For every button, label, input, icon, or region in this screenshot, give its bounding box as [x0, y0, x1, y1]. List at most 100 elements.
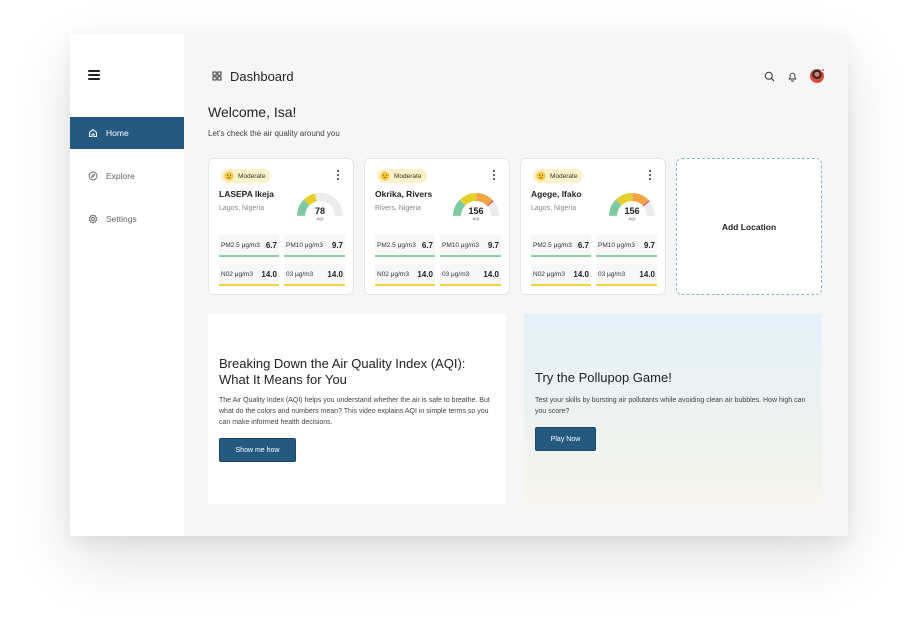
more-options-icon[interactable]	[335, 169, 341, 181]
metric-pm25: PM2.5 μg/m3 6.7	[375, 235, 435, 257]
gauge-segment	[453, 199, 466, 217]
sidebar-item-home[interactable]: Home	[70, 117, 184, 149]
metric-unit: μg/m3	[304, 241, 323, 249]
neutral-face-icon	[380, 171, 390, 181]
metric-unit: μg/m3	[460, 241, 479, 249]
play-now-button[interactable]: Play Now	[535, 427, 596, 451]
sidebar-item-explore[interactable]: Explore	[70, 160, 184, 192]
metric-label: PM2.5	[221, 241, 240, 249]
gauge-segment	[615, 193, 633, 206]
gauge-segment	[475, 193, 493, 206]
sidebar-nav: Home Explore Settings	[70, 117, 184, 246]
metric-label: PM10	[286, 241, 303, 249]
welcome-heading: Welcome, Isa!	[208, 104, 297, 120]
hamburger-menu-icon[interactable]	[88, 70, 100, 80]
metric-value: 9.7	[643, 240, 655, 250]
metric-label: PM10	[442, 241, 459, 249]
aqi-gauge: 78 AQI	[297, 193, 343, 221]
metric-label: 03	[286, 270, 294, 278]
aqi-value: 156	[468, 206, 483, 216]
pollutant-metrics: PM2.5 μg/m3 6.7 PM10 μg/m3 9.7 N02 μg/m3…	[531, 235, 657, 286]
metric-pm25: PM2.5 μg/m3 6.7	[531, 235, 591, 257]
metric-label: N02	[221, 270, 233, 278]
metric-label: PM10	[598, 241, 615, 249]
metric-value: 14.0	[327, 269, 343, 279]
aqi-label: AQI	[317, 216, 324, 221]
metric-unit: μg/m3	[616, 241, 635, 249]
location-name: Okrika, Rivers	[375, 189, 433, 199]
metric-value: 14.0	[417, 269, 433, 279]
more-options-icon[interactable]	[491, 169, 497, 181]
metric-unit: μg/m3	[295, 270, 314, 278]
page-title: Dashboard	[230, 68, 294, 84]
aqi-gauge: 156 AQI	[609, 193, 655, 221]
sidebar-item-settings[interactable]: Settings	[70, 203, 184, 235]
status-label: Moderate	[394, 172, 422, 180]
neutral-face-icon	[536, 171, 546, 181]
metric-o3: 03 μg/m3 14.0	[284, 264, 345, 286]
location-region: Lagos, Nigeria	[531, 205, 577, 212]
location-region: Lagos, Nigeria	[219, 205, 265, 212]
top-bar: Dashboard	[212, 68, 825, 84]
metric-value: 14.0	[483, 269, 499, 279]
metric-pm10: PM10 μg/m3 9.7	[284, 235, 345, 257]
main-content: Dashboard Welcome, Isa! Let's check the …	[184, 34, 848, 536]
aqi-panel-title: Breaking Down the Air Quality Index (AQI…	[219, 356, 466, 387]
gauge-segment	[642, 199, 650, 207]
location-name: LASEPA Ikeja	[219, 189, 274, 199]
avatar[interactable]	[810, 68, 825, 83]
gauge-segment	[297, 199, 310, 217]
metric-pm25: PM2.5 μg/m3 6.7	[219, 235, 279, 257]
metric-value: 14.0	[261, 269, 277, 279]
metric-label: PM2.5	[533, 241, 552, 249]
metric-o3: 03 μg/m3 14.0	[440, 264, 501, 286]
location-region: Rivers, Nigeria	[375, 205, 421, 212]
sidebar-item-label: Settings	[106, 214, 137, 224]
location-card[interactable]: Moderate LASEPA Ikeja Lagos, Nigeria 78 …	[208, 158, 354, 295]
metric-no2: N02 μg/m3 14.0	[531, 264, 591, 286]
aqi-label: AQI	[629, 216, 636, 221]
more-options-icon[interactable]	[647, 169, 653, 181]
app-window: Home Explore Settings Dashboard Welcome,…	[70, 34, 848, 536]
metric-unit: μg/m3	[607, 270, 626, 278]
metric-pm10: PM10 μg/m3 9.7	[596, 235, 657, 257]
status-label: Moderate	[238, 172, 266, 180]
notification-dot	[821, 68, 825, 72]
aqi-panel-body: The Air Quality Index (AQI) helps you un…	[219, 397, 490, 426]
location-card[interactable]: Moderate Agege, Ifako Lagos, Nigeria 156…	[520, 158, 666, 295]
bell-icon[interactable]	[787, 71, 798, 82]
metric-unit: μg/m3	[241, 241, 260, 249]
location-card[interactable]: Moderate Okrika, Rivers Rivers, Nigeria …	[364, 158, 510, 295]
sidebar-item-label: Home	[106, 128, 129, 138]
metric-value: 9.7	[487, 240, 499, 250]
top-actions	[764, 68, 825, 83]
gauge-segment	[459, 193, 477, 206]
add-location-button[interactable]: Add Location	[676, 158, 822, 295]
metric-pm10: PM10 μg/m3 9.7	[440, 235, 501, 257]
status-badge: Moderate	[533, 169, 584, 183]
aqi-value: 156	[624, 206, 639, 216]
metric-value: 9.7	[331, 240, 343, 250]
status-label: Moderate	[550, 172, 578, 180]
neutral-face-icon	[224, 171, 234, 181]
search-icon[interactable]	[764, 71, 775, 82]
metric-unit: μg/m3	[397, 241, 416, 249]
gauge-segment	[303, 193, 317, 206]
metric-label: PM2.5	[377, 241, 396, 249]
metric-unit: μg/m3	[553, 241, 572, 249]
game-panel-title: Try the Pollupop Game!	[535, 370, 672, 385]
game-panel-body: Test your skills by bursting air polluta…	[535, 397, 806, 415]
gear-icon	[88, 214, 98, 224]
sidebar-item-label: Explore	[106, 171, 135, 181]
aqi-explainer-panel: Breaking Down the Air Quality Index (AQI…	[208, 314, 506, 504]
welcome-subtitle: Let's check the air quality around you	[208, 129, 340, 138]
home-icon	[88, 128, 98, 138]
gauge-segment	[486, 199, 494, 207]
status-badge: Moderate	[377, 169, 428, 183]
metric-label: N02	[377, 270, 389, 278]
status-badge: Moderate	[221, 169, 272, 183]
game-promo-panel: Try the Pollupop Game! Test your skills …	[524, 314, 822, 504]
show-me-how-button[interactable]: Show me how	[219, 438, 296, 462]
add-location-label: Add Location	[721, 221, 777, 232]
metric-unit: μg/m3	[390, 270, 409, 278]
